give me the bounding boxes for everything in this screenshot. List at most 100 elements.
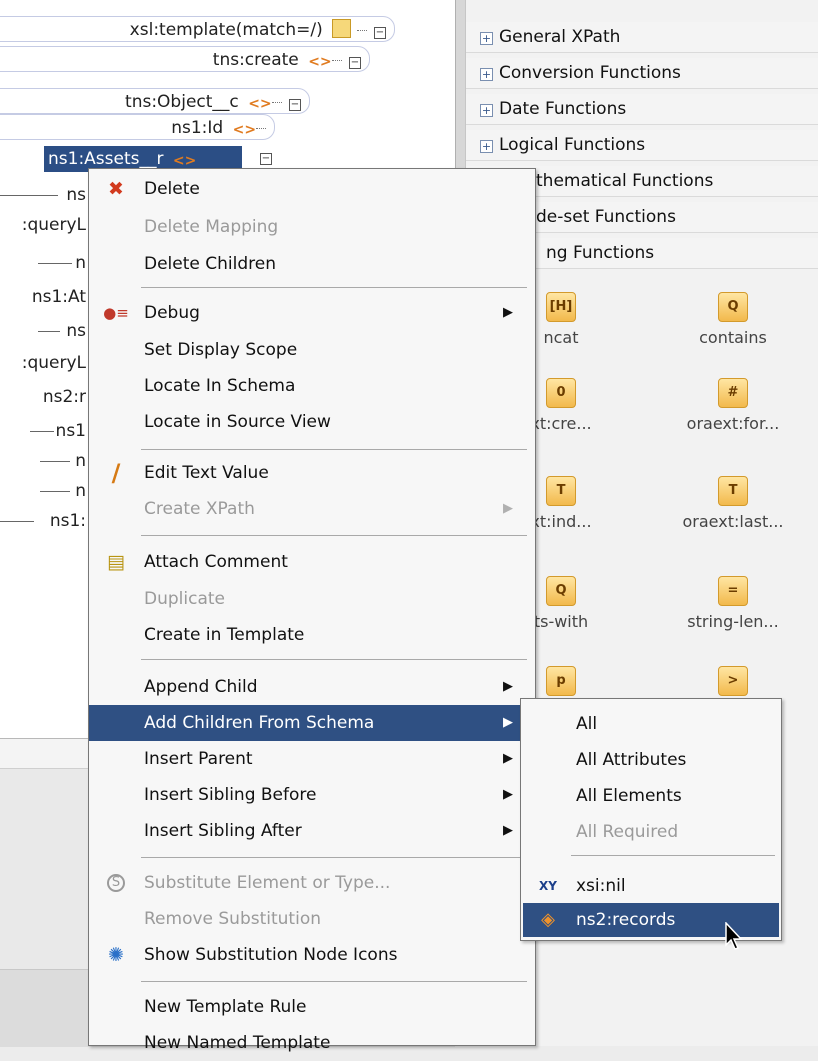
submenu-item-all-elements[interactable]: All Elements [523, 779, 779, 813]
tree-connector [38, 263, 72, 264]
xy-attribute-icon: XY [539, 879, 557, 893]
submenu-item-all-attributes[interactable]: All Attributes [523, 743, 779, 777]
function-last-index[interactable]: Toraext:last... [668, 476, 798, 531]
category-logical[interactable]: + Logical Functions [466, 130, 818, 161]
menu-item-locate-in-schema[interactable]: Locate In Schema [89, 368, 535, 404]
submenu-item-all-required[interactable]: All Required [523, 815, 779, 849]
submenu-arrow-icon: ▶ [503, 679, 513, 694]
tree-connector [0, 521, 34, 522]
collapse-icon[interactable]: − [349, 57, 361, 69]
menu-item-edit-text-value[interactable]: / Edit Text Value [89, 455, 535, 491]
menu-item-debug[interactable]: ●≡ Debug ▶ [89, 295, 535, 331]
submenu-item-label: All Attributes [576, 750, 687, 770]
category-label: ng Functions [546, 243, 655, 263]
tree-node-label: n [75, 481, 86, 501]
debug-icon: ●≡ [103, 304, 129, 322]
menu-item-insert-sibling-after[interactable]: Insert Sibling After ▶ [89, 813, 535, 849]
element-icon: <> [308, 54, 332, 70]
expand-icon[interactable]: + [480, 104, 493, 117]
menu-item-label: Edit Text Value [144, 463, 269, 483]
menu-separator [141, 287, 527, 288]
function-contains[interactable]: Qcontains [668, 292, 798, 347]
tree-node-clipped[interactable]: ns1: [0, 508, 88, 534]
submenu-item-xsi-nil[interactable]: XY xsi:nil [523, 869, 779, 903]
substitute-icon-glyph: S [107, 874, 125, 892]
tree-node-clipped[interactable]: ns [0, 182, 88, 208]
tree-node-clipped[interactable]: ns [0, 318, 88, 344]
menu-item-label: New Template Rule [144, 997, 307, 1017]
menu-item-add-children-from-schema[interactable]: Add Children From Schema ▶ [89, 705, 535, 741]
menu-item-append-child[interactable]: Append Child ▶ [89, 669, 535, 705]
function-label: oraext:for... [686, 414, 780, 433]
function-string-length[interactable]: = string-len... [668, 576, 798, 631]
category-general-xpath[interactable]: + General XPath [466, 22, 818, 53]
tree-node-clipped[interactable]: n [0, 250, 88, 276]
menu-item-delete-children[interactable]: Delete Children [89, 246, 535, 282]
submenu-arrow-icon: ▶ [503, 305, 513, 320]
collapse-icon[interactable]: − [374, 27, 386, 39]
menu-item-label: New Named Template [144, 1033, 331, 1053]
element-icon: <> [172, 153, 197, 169]
function-label: oraext:last... [682, 512, 784, 531]
tree-node-clipped[interactable]: n [0, 478, 88, 504]
menu-item-duplicate[interactable]: Duplicate [89, 581, 535, 617]
tree-connector [271, 102, 282, 103]
submenu-item-label: All Elements [576, 786, 682, 806]
element-icon: ◈ [541, 909, 555, 930]
tree-node-label: :queryL [21, 353, 86, 373]
menu-item-delete[interactable]: ✖ Delete [89, 171, 535, 207]
function-item[interactable]: > [668, 666, 798, 702]
tree-node-label: ns [66, 321, 86, 341]
tree-node-clipped[interactable]: :queryL [0, 350, 88, 376]
tree-node-template[interactable]: xsl:template(match=/) − [0, 16, 395, 42]
menu-item-create-xpath[interactable]: Create XPath ▶ [89, 491, 535, 527]
tree-node-label: ns [66, 185, 86, 205]
menu-item-new-template-rule[interactable]: New Template Rule [89, 989, 535, 1025]
expand-icon[interactable]: + [480, 32, 493, 45]
menu-item-create-in-template[interactable]: Create in Template [89, 617, 535, 653]
menu-item-substitute-element[interactable]: S Substitute Element or Type... [89, 865, 535, 901]
tree-node-clipped[interactable]: n [0, 448, 88, 474]
submenu-arrow-icon: ▶ [503, 715, 513, 730]
tree-node-clipped[interactable]: ns1 [0, 418, 88, 444]
menu-item-label: Remove Substitution [144, 909, 321, 929]
tree-node-label: ns1:Id [171, 118, 224, 138]
tree-node-create[interactable]: tns:create <> − [0, 46, 370, 72]
tree-node-clipped[interactable]: ns2:r [0, 384, 88, 410]
expand-icon[interactable]: + [480, 68, 493, 81]
template-icon [332, 19, 352, 38]
menu-item-label: Locate in Source View [144, 412, 331, 432]
menu-item-set-display-scope[interactable]: Set Display Scope [89, 332, 535, 368]
category-conversion[interactable]: + Conversion Functions [466, 58, 818, 89]
menu-item-insert-parent[interactable]: Insert Parent ▶ [89, 741, 535, 777]
menu-item-new-named-template[interactable]: New Named Template [89, 1025, 535, 1061]
tree-node-label: ns2:r [42, 387, 86, 407]
tree-node-clipped[interactable]: :queryL [0, 212, 88, 238]
menu-item-locate-in-source[interactable]: Locate in Source View [89, 404, 535, 440]
collapse-icon[interactable]: − [289, 99, 301, 111]
collapse-icon[interactable]: − [260, 153, 272, 165]
submenu-arrow-icon: ▶ [503, 751, 513, 766]
function-label: ncat [543, 328, 579, 347]
category-date[interactable]: + Date Functions [466, 94, 818, 125]
menu-item-attach-comment[interactable]: ▤ Attach Comment [89, 544, 535, 580]
function-format[interactable]: # oraext:for... [668, 378, 798, 433]
tree-node-id[interactable]: ns1:Id <> [0, 114, 275, 140]
menu-item-label: Insert Parent [144, 749, 253, 769]
tree-connector [38, 331, 60, 332]
menu-item-insert-sibling-before[interactable]: Insert Sibling Before ▶ [89, 777, 535, 813]
category-label: General XPath [499, 27, 621, 47]
submenu-arrow-icon: ▶ [503, 501, 513, 516]
menu-item-delete-mapping[interactable]: Delete Mapping [89, 209, 535, 245]
expand-icon[interactable]: + [480, 140, 493, 153]
menu-item-label: Substitute Element or Type... [144, 873, 391, 893]
substitution-node-icon: ✺ [108, 944, 124, 966]
submenu-item-all[interactable]: All [523, 707, 779, 741]
submenu-item-label: xsi:nil [576, 876, 626, 896]
tree-node-clipped[interactable]: ns1:At [0, 284, 88, 310]
tree-node-object[interactable]: tns:Object__c <> − [0, 88, 310, 114]
menu-separator [141, 659, 527, 660]
context-menu: ✖ Delete Delete Mapping Delete Children ●… [88, 168, 536, 1053]
menu-item-remove-substitution[interactable]: Remove Substitution [89, 901, 535, 937]
menu-item-show-substitution-icons[interactable]: ✺ Show Substitution Node Icons [89, 937, 535, 973]
